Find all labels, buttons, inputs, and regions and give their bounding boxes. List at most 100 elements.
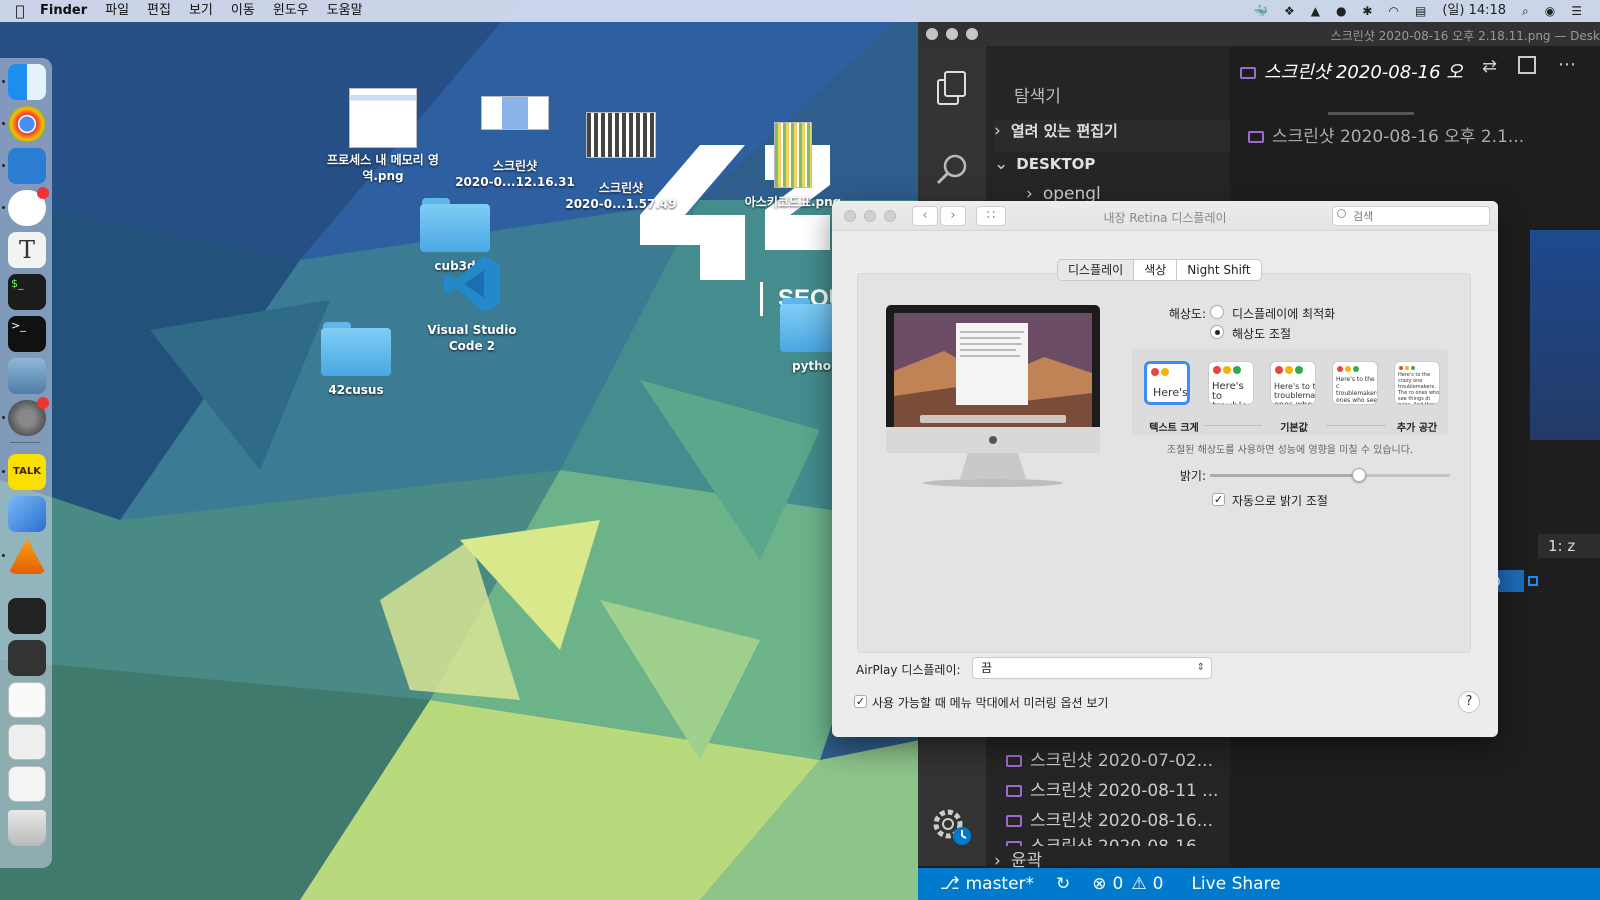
desktop-folder-python[interactable]: pytho [776, 298, 850, 374]
menu-clock[interactable]: (일) 14:18 [1434, 0, 1514, 22]
tab-display[interactable]: 디스플레이 [1058, 260, 1135, 280]
scaled-resolution-warning: 조절된 해상도를 사용하면 성능에 영향을 미칠 수 있습니다. [1166, 445, 1414, 456]
folder-label: pytho [792, 359, 831, 373]
close-window-button[interactable] [926, 28, 938, 40]
desktop-file-screenshot-2[interactable]: 스크린샷 2020-0...1.57.49 [556, 112, 686, 212]
auto-brightness-checkbox[interactable]: ✓ [1212, 493, 1225, 506]
git-branch-icon[interactable]: ⎇ [940, 874, 960, 894]
terminal-selector[interactable]: 1: z [1538, 534, 1600, 558]
document-thumbnail-icon[interactable] [8, 682, 46, 718]
desktop-file-ascii-table[interactable]: 아스키코드표.png [728, 122, 858, 210]
recent-window-thumbnail-icon[interactable] [8, 640, 46, 676]
vscode-icon[interactable] [8, 148, 46, 184]
menu-view[interactable]: 보기 [180, 0, 222, 22]
sync-icon[interactable]: ↻ [1056, 874, 1070, 894]
live-share-button[interactable]: Live Share [1191, 874, 1280, 894]
menu-help[interactable]: 도움말 [318, 0, 372, 22]
wifi-icon[interactable]: ◠ [1380, 0, 1406, 22]
imac-illustration [886, 305, 1100, 487]
breadcrumb[interactable]: 스크린샷 2020-08-16 오후 2.1... [1248, 122, 1524, 147]
warning-icon[interactable]: ⚠ [1131, 874, 1146, 894]
resolution-default-label[interactable]: 디스플레이에 최적화 [1232, 305, 1335, 322]
upload-icon[interactable]: ▲ [1303, 0, 1328, 22]
menu-file[interactable]: 파일 [96, 0, 138, 22]
terminal-icon[interactable]: >_ [8, 316, 46, 352]
docker-icon[interactable]: 🐳 [1245, 0, 1276, 22]
slack-icon[interactable] [8, 187, 49, 226]
system-preferences-icon[interactable] [8, 397, 49, 436]
airplay-select[interactable]: 끔 ⇕ [972, 657, 1212, 679]
search-icon[interactable] [936, 154, 967, 185]
trash-icon[interactable] [8, 810, 46, 846]
scale-option-2[interactable]: Here's to troublem [1208, 361, 1254, 405]
open-editors-section[interactable]: › 열려 있는 편집기 [994, 120, 1230, 152]
minimize-window-button[interactable] [946, 28, 958, 40]
vlc-icon[interactable] [8, 538, 46, 574]
kakaotalk-icon[interactable]: TALK [8, 454, 46, 490]
scale-option-default[interactable]: Here's to t troublema ones who [1270, 361, 1316, 405]
editor-tab[interactable]: 스크린샷 2020-08-16 오 [1240, 58, 1463, 84]
error-icon[interactable]: ⊗ [1092, 874, 1106, 894]
settings-gear-icon[interactable] [918, 794, 986, 854]
menu-edit[interactable]: 편집 [138, 0, 180, 22]
file-thumbnail [774, 122, 812, 188]
tab-color[interactable]: 색상 [1134, 260, 1178, 280]
agent-icon[interactable]: ❖ [1276, 0, 1303, 22]
auto-brightness-label[interactable]: 자동으로 밝기 조절 [1232, 492, 1328, 509]
help-button[interactable]: ? [1458, 691, 1480, 713]
scale-option-4[interactable]: Here's to the c troublemakers. ones who … [1332, 361, 1378, 405]
git-branch-label[interactable]: master* [966, 874, 1034, 894]
document-thumbnail-icon[interactable] [8, 724, 46, 760]
explorer-icon[interactable] [937, 71, 966, 105]
outline-section[interactable]: › 윤곽 [994, 846, 1230, 871]
resolution-default-radio[interactable] [1210, 305, 1224, 319]
split-editor-icon[interactable] [1518, 56, 1536, 74]
tree-item-file[interactable]: 스크린샷 2020-07-02... [1006, 746, 1213, 771]
tree-item-file[interactable]: 스크린샷 2020-08-16... [1006, 806, 1213, 831]
scale-option-larger-text[interactable]: Here's [1144, 361, 1190, 405]
airplay-selected-value: 끔 [981, 661, 993, 675]
error-count[interactable]: 0 [1113, 874, 1124, 894]
resolution-scaled-radio[interactable] [1210, 325, 1224, 339]
tab-night-shift[interactable]: Night Shift [1177, 260, 1260, 280]
desktop-folder-42cusus[interactable]: 42cusus [308, 322, 404, 398]
file-label-line2: 2020-0...1.57.49 [565, 197, 677, 211]
desktop-app-vscode[interactable]: Visual Studio Code 2 [412, 252, 532, 354]
brightness-slider-knob[interactable] [1351, 468, 1366, 482]
menu-go[interactable]: 이동 [222, 0, 264, 22]
search-input[interactable] [1332, 206, 1490, 226]
brightness-slider-track[interactable] [1210, 468, 1450, 482]
zoom-window-button[interactable] [966, 28, 978, 40]
chrome-icon[interactable] [8, 106, 46, 142]
typora-icon[interactable]: T [8, 232, 46, 268]
messages-icon[interactable]: ● [1328, 0, 1354, 22]
scale-option-more-space[interactable]: Here's to the crazy one troublemakers. T… [1394, 361, 1440, 405]
mirroring-options-label[interactable]: 사용 가능할 때 메뉴 막대에서 미러링 옵션 보기 [872, 694, 1108, 711]
spotlight-search-icon[interactable]: ⌕ [1514, 0, 1537, 22]
siri-icon[interactable]: ◉ [1537, 0, 1563, 22]
preview-icon[interactable] [8, 358, 46, 394]
source-control-compare-icon[interactable]: ⇄ [1482, 56, 1497, 77]
running-indicator [2, 164, 5, 167]
tree-item-file[interactable]: 스크린샷 2020-08-11 ... [1006, 776, 1218, 801]
warning-count[interactable]: 0 [1153, 874, 1164, 894]
desktop-folder-section[interactable]: ⌄ DESKTOP [994, 154, 1095, 174]
desktop-file-memory-png[interactable]: 프로세스 내 메모리 영 역.png [318, 88, 448, 184]
resolution-scaled-label[interactable]: 해상도 조절 [1232, 325, 1291, 342]
apple-menu-icon[interactable]:  [0, 2, 40, 20]
notification-center-icon[interactable]: ☰ [1563, 0, 1590, 22]
more-actions-icon[interactable]: ⋯ [1558, 54, 1576, 75]
recent-window-thumbnail-icon[interactable] [8, 598, 46, 634]
running-indicator [2, 470, 5, 473]
scale-sample-text: Here's to troublem [1212, 381, 1253, 405]
bluetooth-icon[interactable]: ✱ [1354, 0, 1380, 22]
menu-window[interactable]: 윈도우 [264, 0, 318, 22]
tree-item-file[interactable]: 스크린샷 2020-08-16... [1006, 832, 1213, 846]
input-source-flag-icon[interactable]: ▤ [1407, 0, 1434, 22]
menu-app-name[interactable]: Finder [40, 0, 96, 22]
xcode-icon[interactable] [8, 496, 46, 532]
mirroring-options-checkbox[interactable]: ✓ [854, 695, 867, 708]
document-thumbnail-icon[interactable] [8, 766, 46, 802]
iterm-icon[interactable]: $_ [8, 274, 46, 310]
finder-icon[interactable] [8, 64, 46, 100]
